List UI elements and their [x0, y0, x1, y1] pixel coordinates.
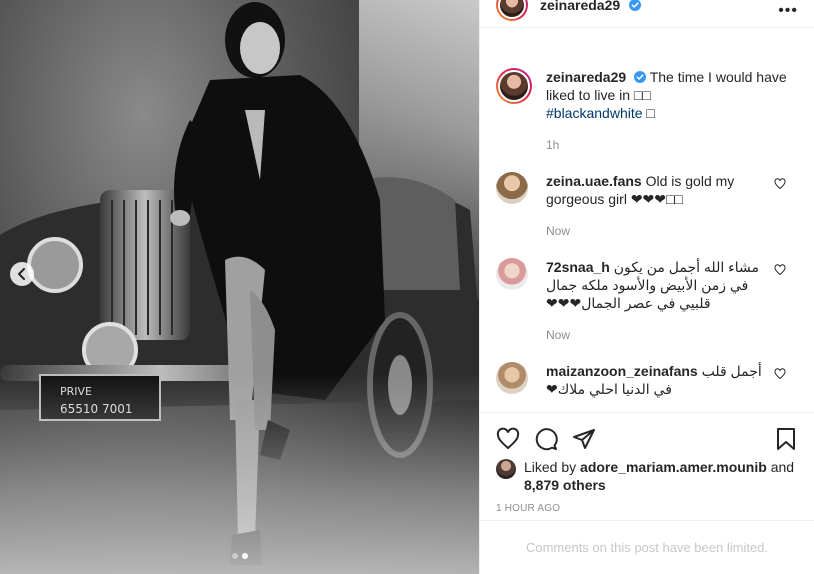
liker-username[interactable]: adore_mariam.amer.mounib — [580, 459, 767, 475]
comment-item: 72snaa_h مشاء الله أجمل من يكون في زمن ا… — [480, 258, 814, 344]
caption-time: 1h — [546, 138, 560, 152]
comment-like-heart-icon[interactable] — [774, 368, 786, 380]
comment-time: Now — [546, 224, 571, 238]
verified-icon — [634, 71, 647, 83]
comment-like-heart-icon[interactable] — [774, 178, 786, 190]
verified-icon — [628, 0, 641, 11]
hashtag-link[interactable]: #blackandwhite — [546, 105, 643, 121]
comment-item: maizanzoon_zeinafans أجمل قلب في الدنيا … — [480, 362, 814, 398]
comment-time: Now — [546, 328, 571, 342]
author-username[interactable]: zeinareda29 — [540, 0, 620, 13]
liker-avatar[interactable] — [496, 459, 516, 479]
comment-item: zeina.uae.fans Old is gold my gorgeous g… — [480, 172, 814, 240]
carousel-prev-button[interactable] — [10, 262, 34, 286]
action-bar — [480, 422, 814, 456]
share-icon[interactable] — [572, 427, 596, 451]
comments-limited-notice: Comments on this post have been limited. — [480, 520, 814, 574]
commenter-avatar[interactable] — [496, 258, 528, 290]
comment-username[interactable]: maizanzoon_zeinafans — [546, 363, 698, 379]
more-options-icon[interactable]: ••• — [778, 2, 798, 20]
photo-smoke-overlay — [0, 374, 479, 574]
author-avatar[interactable] — [496, 0, 528, 21]
comments-list[interactable]: zeinareda29 The time I would have liked … — [480, 52, 814, 412]
divider — [480, 412, 814, 413]
caption-suffix: □ — [646, 105, 655, 121]
post-photo[interactable]: PRIVE 65510 7001 — [0, 0, 479, 574]
comment-icon[interactable] — [534, 427, 558, 451]
likes-and: and — [770, 459, 795, 475]
bookmark-icon[interactable] — [774, 427, 798, 451]
post-timestamp[interactable]: 1 HOUR AGO — [496, 503, 560, 514]
post-header: zeinareda29 ••• — [480, 0, 814, 28]
likes-summary: Liked by adore_mariam.amer.mounib and 8,… — [496, 458, 802, 494]
caption-item: zeinareda29 The time I would have liked … — [480, 68, 814, 154]
comment-username[interactable]: zeina.uae.fans — [546, 173, 642, 189]
likes-prefix: Liked by — [524, 459, 577, 475]
comment-username[interactable]: 72snaa_h — [546, 259, 610, 275]
chevron-left-icon — [18, 268, 25, 280]
comment-like-heart-icon[interactable] — [774, 264, 786, 276]
likes-others-count[interactable]: 8,879 others — [524, 477, 606, 493]
carousel-dot-active — [241, 553, 248, 559]
post-side-panel: zeinareda29 ••• zeinareda29 The time I w… — [479, 0, 814, 574]
caption-username[interactable]: zeinareda29 — [546, 69, 626, 85]
heart-icon[interactable] — [496, 427, 520, 451]
commenter-avatar[interactable] — [496, 172, 528, 204]
carousel-dot — [231, 553, 238, 559]
commenter-avatar[interactable] — [496, 362, 528, 394]
carousel-indicator — [0, 553, 479, 559]
caption-avatar[interactable] — [496, 68, 532, 104]
